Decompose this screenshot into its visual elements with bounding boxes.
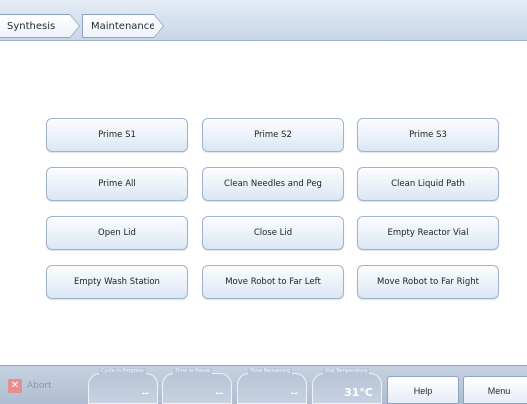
- prime-s2-button[interactable]: Prime S2: [202, 118, 344, 152]
- gauge-value: --: [290, 389, 298, 399]
- maintenance-panel: Prime S1 Prime S2 Prime S3 Prime All Cle…: [0, 41, 527, 365]
- gauge-label: Vial Temperature: [323, 368, 370, 374]
- header-bar: Synthesis Maintenance: [0, 0, 527, 41]
- abort-button[interactable]: ✕ Abort: [8, 376, 52, 396]
- menu-button[interactable]: Menu: [463, 376, 527, 404]
- move-robot-far-right-button[interactable]: Move Robot to Far Right: [357, 265, 499, 299]
- prime-s1-button[interactable]: Prime S1: [46, 118, 188, 152]
- close-icon: ✕: [8, 378, 22, 393]
- move-robot-far-left-button[interactable]: Move Robot to Far Left: [202, 265, 344, 299]
- clean-needles-and-peg-button[interactable]: Clean Needles and Peg: [202, 167, 344, 201]
- gauge-value: --: [215, 389, 223, 399]
- gauge-value: --: [141, 389, 149, 399]
- status-bar: ✕ Abort Cycle in Progress -- Time to Paus…: [0, 365, 527, 404]
- gauge-label: Time to Pause: [173, 368, 213, 374]
- vial-temperature-gauge: Vial Temperature 31°C: [312, 368, 382, 404]
- prime-all-button[interactable]: Prime All: [46, 167, 188, 201]
- gauge-label: Cycle in Progress: [99, 368, 146, 374]
- gauge-label: Time Remaining: [248, 368, 293, 374]
- time-remaining-gauge: Time Remaining --: [237, 368, 307, 404]
- empty-reactor-vial-button[interactable]: Empty Reactor Vial: [357, 216, 499, 250]
- open-lid-button[interactable]: Open Lid: [46, 216, 188, 250]
- abort-label: Abort: [27, 381, 52, 391]
- cycle-in-progress-gauge: Cycle in Progress --: [88, 368, 158, 404]
- time-to-pause-gauge: Time to Pause --: [162, 368, 232, 404]
- clean-liquid-path-button[interactable]: Clean Liquid Path: [357, 167, 499, 201]
- breadcrumb-synthesis[interactable]: Synthesis: [0, 14, 80, 38]
- gauge-value: 31°C: [344, 386, 373, 399]
- close-lid-button[interactable]: Close Lid: [202, 216, 344, 250]
- breadcrumb-maintenance[interactable]: Maintenance: [82, 14, 164, 38]
- help-button[interactable]: Help: [387, 376, 459, 404]
- prime-s3-button[interactable]: Prime S3: [357, 118, 499, 152]
- empty-wash-station-button[interactable]: Empty Wash Station: [46, 265, 188, 299]
